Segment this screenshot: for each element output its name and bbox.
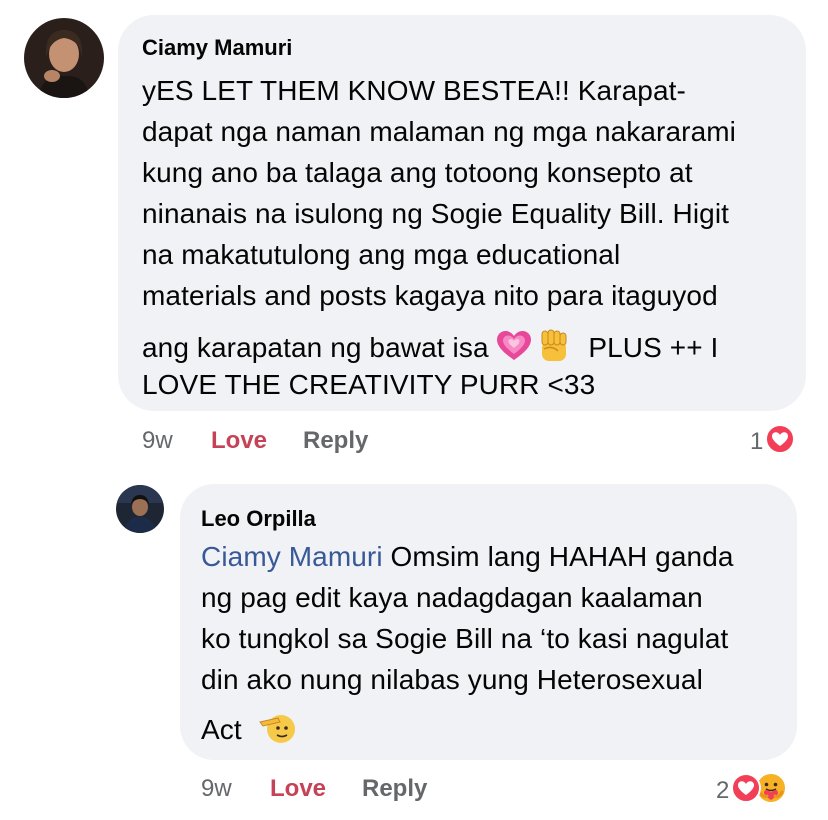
comment-actions: 9w Love Reply (142, 427, 542, 457)
comment-text-segment: Omsim lang HAHAH ganda (390, 541, 734, 572)
reaction-count: 1 (750, 427, 764, 455)
comment-text-line: Act (201, 712, 296, 751)
love-reaction-icon (731, 773, 762, 808)
reaction-summary[interactable]: 1 (750, 424, 796, 459)
comment-text-line: ng pag edit kaya nadagdagan kaalaman (201, 582, 703, 613)
comment-timestamp[interactable]: 9w (142, 427, 173, 455)
raised-fist-emoji (538, 329, 570, 370)
comment-text-line: din ako nung nilabas yung Heterosexual (201, 664, 703, 695)
comment-text-line: ko tungkol sa Sogie Bill na ‘to kasi nag… (201, 623, 729, 654)
comment-text-line: ang karapatan ng bawat isa PLUS ++ I (142, 329, 718, 370)
reply-bubble: Leo Orpilla Ciamy Mamuri Omsim lang HAHA… (180, 484, 797, 760)
love-button[interactable]: Love (211, 427, 267, 455)
comment-timestamp[interactable]: 9w (201, 775, 232, 803)
comment-text-line: ninanais na isulong ng Sogie Equality Bi… (142, 198, 730, 229)
comment-author[interactable]: Ciamy Mamuri (142, 35, 292, 61)
comment-text-segment: PLUS ++ I (588, 331, 719, 363)
comment-text-segment: Act (201, 713, 242, 745)
avatar[interactable] (116, 485, 164, 533)
comment-actions: 9w Love Reply (201, 775, 601, 805)
reply-button[interactable]: Reply (303, 427, 368, 455)
reply-button[interactable]: Reply (362, 775, 427, 803)
comment-text-line: dapat nga naman malaman ng mga nakararam… (142, 116, 736, 147)
comment-text-line: Ciamy Mamuri Omsim lang HAHAH ganda (201, 541, 734, 573)
comment-text-line: kung ano ba talaga ang totoong konsepto … (142, 157, 693, 188)
saluting-face-emoji (258, 712, 296, 751)
comment-text-line: LOVE THE CREATIVITY PURR <33 (142, 369, 596, 400)
comment-author[interactable]: Leo Orpilla (201, 506, 316, 532)
user-mention-link[interactable]: Ciamy Mamuri (201, 541, 383, 572)
comment-bubble: Ciamy Mamuri yES LET THEM KNOW BESTEA!! … (118, 15, 806, 411)
comment-text-line: materials and posts kagaya nito para ita… (142, 280, 718, 311)
growing-heart-emoji (496, 331, 531, 368)
comment-text-line: na makatutulong ang mga educational (142, 239, 621, 270)
love-button[interactable]: Love (270, 775, 326, 803)
comment-text-segment: ang karapatan ng bawat isa (142, 331, 489, 363)
reaction-count: 2 (716, 776, 730, 804)
avatar[interactable] (24, 18, 104, 98)
love-reaction-icon (765, 424, 796, 459)
comment-text-line: yES LET THEM KNOW BESTEA!! Karapat- (142, 75, 686, 106)
reaction-summary[interactable]: 2 (716, 772, 788, 809)
